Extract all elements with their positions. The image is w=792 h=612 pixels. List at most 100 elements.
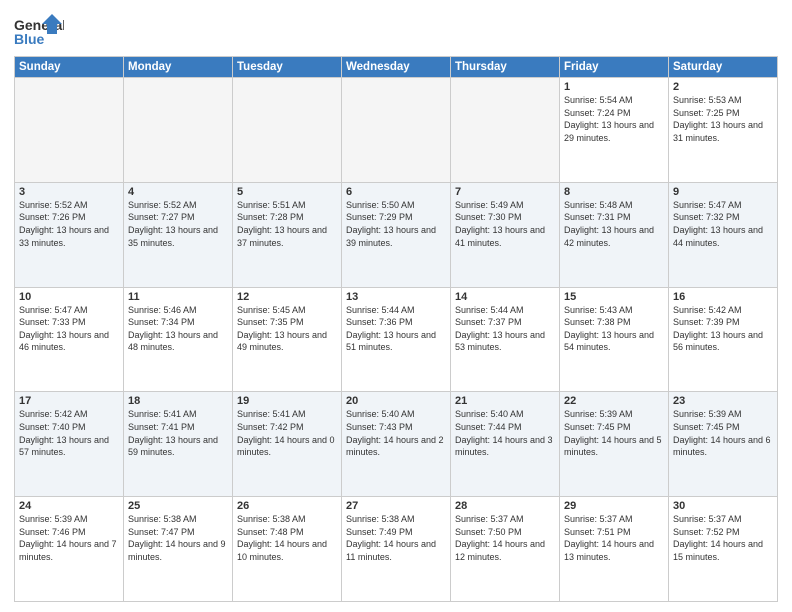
calendar-cell: 13Sunrise: 5:44 AM Sunset: 7:36 PM Dayli… [342, 287, 451, 392]
day-number: 5 [237, 186, 337, 198]
calendar-cell: 20Sunrise: 5:40 AM Sunset: 7:43 PM Dayli… [342, 392, 451, 497]
calendar-cell: 8Sunrise: 5:48 AM Sunset: 7:31 PM Daylig… [560, 182, 669, 287]
logo: GeneralBlue [14, 14, 64, 50]
day-header-sunday: Sunday [15, 57, 124, 78]
day-info: Sunrise: 5:45 AM Sunset: 7:35 PM Dayligh… [237, 304, 337, 354]
day-header-wednesday: Wednesday [342, 57, 451, 78]
calendar-cell: 7Sunrise: 5:49 AM Sunset: 7:30 PM Daylig… [451, 182, 560, 287]
calendar-cell: 1Sunrise: 5:54 AM Sunset: 7:24 PM Daylig… [560, 78, 669, 183]
calendar-week-row: 1Sunrise: 5:54 AM Sunset: 7:24 PM Daylig… [15, 78, 778, 183]
calendar-cell: 24Sunrise: 5:39 AM Sunset: 7:46 PM Dayli… [15, 497, 124, 602]
calendar-cell: 11Sunrise: 5:46 AM Sunset: 7:34 PM Dayli… [124, 287, 233, 392]
day-number: 29 [564, 500, 664, 512]
day-number: 7 [455, 186, 555, 198]
day-info: Sunrise: 5:39 AM Sunset: 7:45 PM Dayligh… [673, 408, 773, 458]
day-info: Sunrise: 5:38 AM Sunset: 7:47 PM Dayligh… [128, 513, 228, 563]
calendar-cell: 19Sunrise: 5:41 AM Sunset: 7:42 PM Dayli… [233, 392, 342, 497]
calendar-cell: 2Sunrise: 5:53 AM Sunset: 7:25 PM Daylig… [669, 78, 778, 183]
day-number: 13 [346, 291, 446, 303]
day-header-friday: Friday [560, 57, 669, 78]
calendar-cell: 23Sunrise: 5:39 AM Sunset: 7:45 PM Dayli… [669, 392, 778, 497]
day-number: 6 [346, 186, 446, 198]
calendar-cell: 21Sunrise: 5:40 AM Sunset: 7:44 PM Dayli… [451, 392, 560, 497]
day-number: 28 [455, 500, 555, 512]
day-info: Sunrise: 5:48 AM Sunset: 7:31 PM Dayligh… [564, 199, 664, 249]
day-number: 4 [128, 186, 228, 198]
day-info: Sunrise: 5:53 AM Sunset: 7:25 PM Dayligh… [673, 94, 773, 144]
calendar-cell: 9Sunrise: 5:47 AM Sunset: 7:32 PM Daylig… [669, 182, 778, 287]
day-info: Sunrise: 5:47 AM Sunset: 7:33 PM Dayligh… [19, 304, 119, 354]
day-number: 1 [564, 81, 664, 93]
day-info: Sunrise: 5:49 AM Sunset: 7:30 PM Dayligh… [455, 199, 555, 249]
calendar-cell: 25Sunrise: 5:38 AM Sunset: 7:47 PM Dayli… [124, 497, 233, 602]
day-number: 15 [564, 291, 664, 303]
logo-svg: GeneralBlue [14, 14, 64, 50]
calendar-cell: 22Sunrise: 5:39 AM Sunset: 7:45 PM Dayli… [560, 392, 669, 497]
calendar-cell: 17Sunrise: 5:42 AM Sunset: 7:40 PM Dayli… [15, 392, 124, 497]
day-info: Sunrise: 5:52 AM Sunset: 7:27 PM Dayligh… [128, 199, 228, 249]
calendar-cell: 30Sunrise: 5:37 AM Sunset: 7:52 PM Dayli… [669, 497, 778, 602]
day-number: 21 [455, 395, 555, 407]
day-info: Sunrise: 5:39 AM Sunset: 7:45 PM Dayligh… [564, 408, 664, 458]
day-number: 18 [128, 395, 228, 407]
day-number: 9 [673, 186, 773, 198]
calendar-cell: 16Sunrise: 5:42 AM Sunset: 7:39 PM Dayli… [669, 287, 778, 392]
day-info: Sunrise: 5:40 AM Sunset: 7:43 PM Dayligh… [346, 408, 446, 458]
day-number: 14 [455, 291, 555, 303]
day-number: 19 [237, 395, 337, 407]
day-number: 2 [673, 81, 773, 93]
day-number: 10 [19, 291, 119, 303]
day-info: Sunrise: 5:41 AM Sunset: 7:41 PM Dayligh… [128, 408, 228, 458]
day-number: 25 [128, 500, 228, 512]
calendar-week-row: 10Sunrise: 5:47 AM Sunset: 7:33 PM Dayli… [15, 287, 778, 392]
calendar-cell: 14Sunrise: 5:44 AM Sunset: 7:37 PM Dayli… [451, 287, 560, 392]
day-info: Sunrise: 5:51 AM Sunset: 7:28 PM Dayligh… [237, 199, 337, 249]
day-number: 12 [237, 291, 337, 303]
calendar-cell: 10Sunrise: 5:47 AM Sunset: 7:33 PM Dayli… [15, 287, 124, 392]
day-info: Sunrise: 5:42 AM Sunset: 7:39 PM Dayligh… [673, 304, 773, 354]
calendar-cell: 4Sunrise: 5:52 AM Sunset: 7:27 PM Daylig… [124, 182, 233, 287]
day-number: 3 [19, 186, 119, 198]
calendar-cell: 26Sunrise: 5:38 AM Sunset: 7:48 PM Dayli… [233, 497, 342, 602]
calendar-cell: 18Sunrise: 5:41 AM Sunset: 7:41 PM Dayli… [124, 392, 233, 497]
day-number: 22 [564, 395, 664, 407]
day-info: Sunrise: 5:54 AM Sunset: 7:24 PM Dayligh… [564, 94, 664, 144]
calendar-cell: 29Sunrise: 5:37 AM Sunset: 7:51 PM Dayli… [560, 497, 669, 602]
day-info: Sunrise: 5:38 AM Sunset: 7:48 PM Dayligh… [237, 513, 337, 563]
calendar-cell: 5Sunrise: 5:51 AM Sunset: 7:28 PM Daylig… [233, 182, 342, 287]
day-info: Sunrise: 5:37 AM Sunset: 7:51 PM Dayligh… [564, 513, 664, 563]
day-number: 20 [346, 395, 446, 407]
page-header: GeneralBlue [14, 10, 778, 50]
day-info: Sunrise: 5:44 AM Sunset: 7:37 PM Dayligh… [455, 304, 555, 354]
svg-text:Blue: Blue [14, 31, 45, 47]
day-number: 30 [673, 500, 773, 512]
day-info: Sunrise: 5:42 AM Sunset: 7:40 PM Dayligh… [19, 408, 119, 458]
day-info: Sunrise: 5:40 AM Sunset: 7:44 PM Dayligh… [455, 408, 555, 458]
calendar-cell [15, 78, 124, 183]
day-info: Sunrise: 5:37 AM Sunset: 7:50 PM Dayligh… [455, 513, 555, 563]
day-number: 8 [564, 186, 664, 198]
day-number: 16 [673, 291, 773, 303]
day-info: Sunrise: 5:37 AM Sunset: 7:52 PM Dayligh… [673, 513, 773, 563]
calendar-cell [342, 78, 451, 183]
day-number: 11 [128, 291, 228, 303]
day-number: 26 [237, 500, 337, 512]
calendar-header-row: SundayMondayTuesdayWednesdayThursdayFrid… [15, 57, 778, 78]
calendar-cell: 27Sunrise: 5:38 AM Sunset: 7:49 PM Dayli… [342, 497, 451, 602]
day-number: 17 [19, 395, 119, 407]
day-info: Sunrise: 5:47 AM Sunset: 7:32 PM Dayligh… [673, 199, 773, 249]
calendar-cell: 6Sunrise: 5:50 AM Sunset: 7:29 PM Daylig… [342, 182, 451, 287]
calendar-table: SundayMondayTuesdayWednesdayThursdayFrid… [14, 56, 778, 602]
calendar-cell: 3Sunrise: 5:52 AM Sunset: 7:26 PM Daylig… [15, 182, 124, 287]
calendar-week-row: 17Sunrise: 5:42 AM Sunset: 7:40 PM Dayli… [15, 392, 778, 497]
calendar-cell [451, 78, 560, 183]
calendar-cell: 12Sunrise: 5:45 AM Sunset: 7:35 PM Dayli… [233, 287, 342, 392]
day-info: Sunrise: 5:38 AM Sunset: 7:49 PM Dayligh… [346, 513, 446, 563]
day-info: Sunrise: 5:46 AM Sunset: 7:34 PM Dayligh… [128, 304, 228, 354]
day-header-thursday: Thursday [451, 57, 560, 78]
calendar-cell: 28Sunrise: 5:37 AM Sunset: 7:50 PM Dayli… [451, 497, 560, 602]
day-info: Sunrise: 5:43 AM Sunset: 7:38 PM Dayligh… [564, 304, 664, 354]
calendar-page: GeneralBlue SundayMondayTuesdayWednesday… [0, 0, 792, 612]
day-number: 24 [19, 500, 119, 512]
day-header-monday: Monday [124, 57, 233, 78]
